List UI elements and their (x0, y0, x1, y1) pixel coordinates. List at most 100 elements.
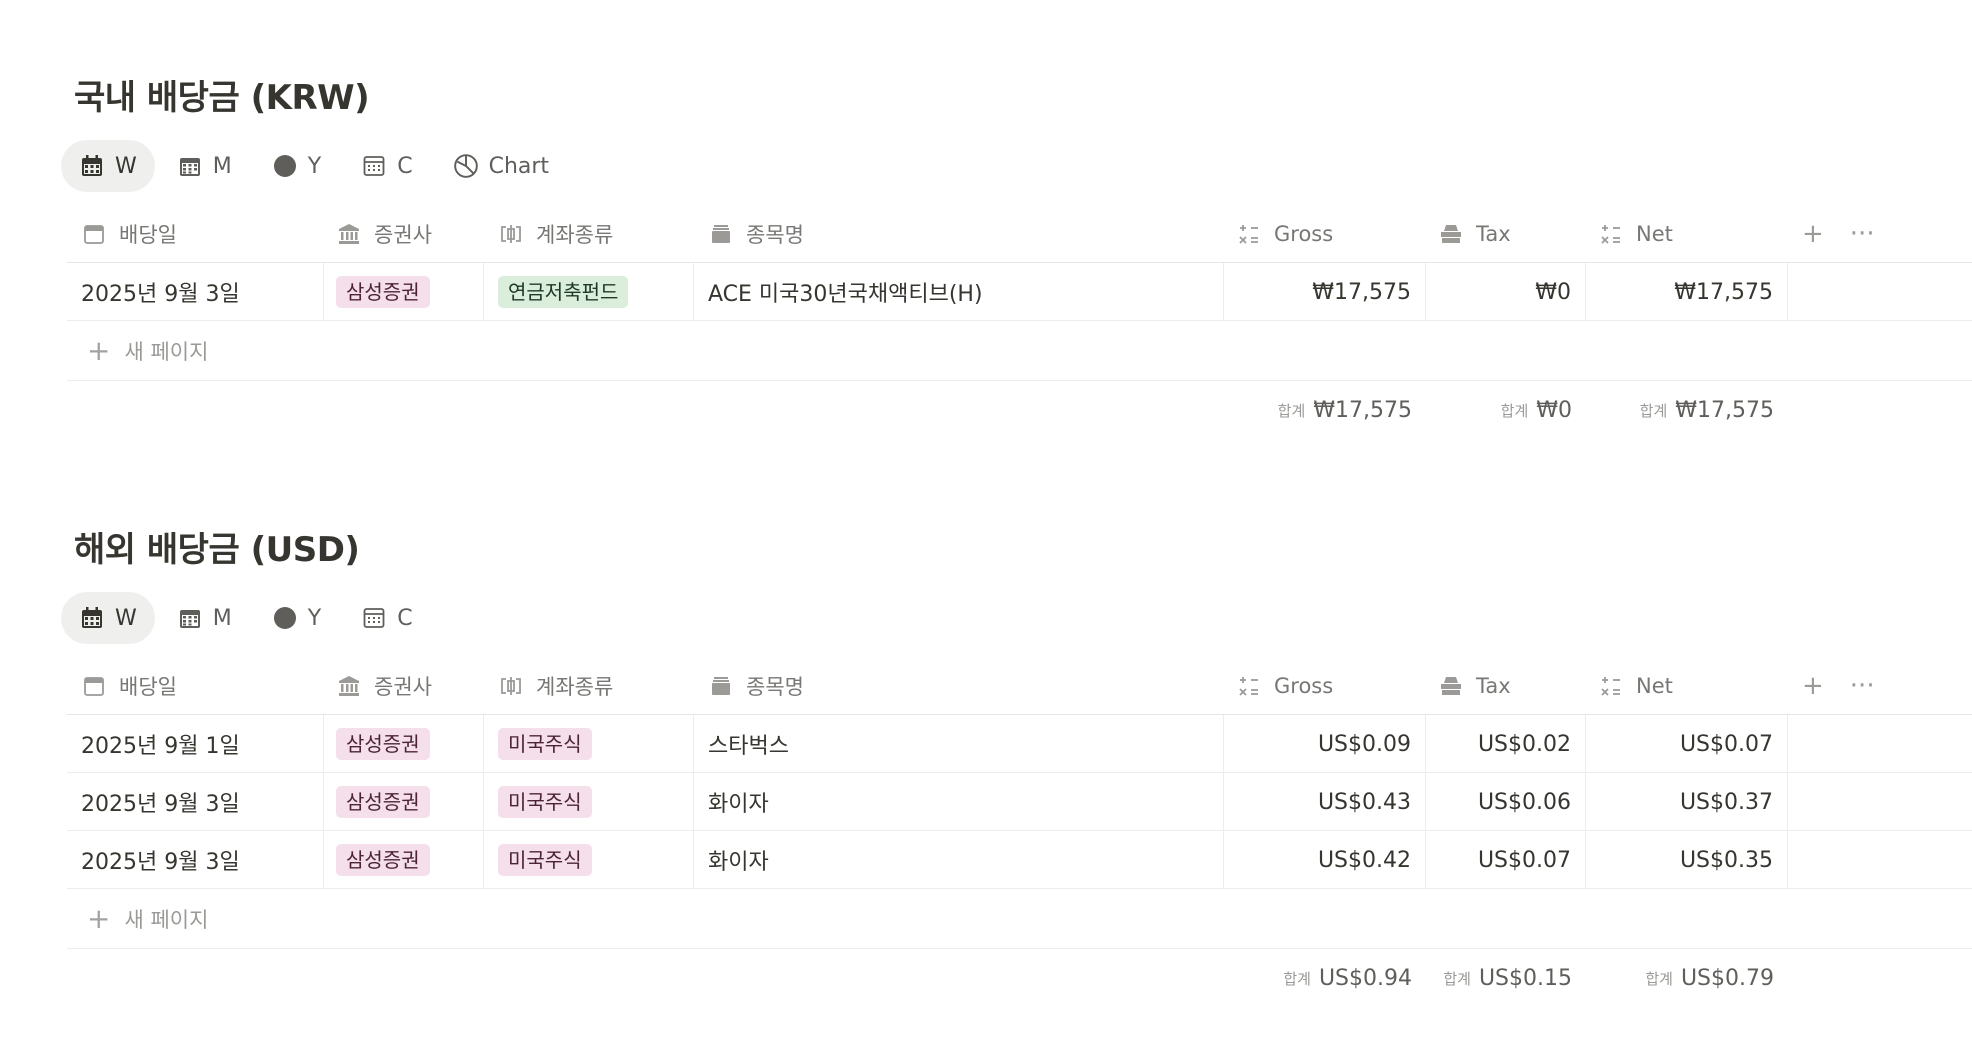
view-tab-m[interactable]: M (159, 592, 250, 644)
column-header-gross[interactable]: Gross (1224, 657, 1426, 715)
sum-value: US$0.79 (1680, 965, 1774, 991)
column-label: 배당일 (119, 675, 177, 699)
column-header-date[interactable]: 배당일 (67, 657, 324, 715)
sum-gross[interactable]: 합계 ₩17,575 (1224, 381, 1426, 439)
more-options-icon[interactable]: ··· (1850, 219, 1875, 249)
view-tab-c[interactable]: C (343, 140, 430, 192)
column-header-broker[interactable]: 증권사 (324, 657, 484, 715)
cell-gross[interactable]: US$0.43 (1224, 773, 1426, 831)
calendar-icon (81, 221, 107, 247)
add-column-icon[interactable]: + (1802, 671, 1824, 701)
sum-value: ₩17,575 (1313, 397, 1412, 423)
view-tab-chart[interactable]: Chart (435, 140, 567, 192)
column-header-gross[interactable]: Gross (1224, 205, 1426, 263)
column-header-date[interactable]: 배당일 (67, 205, 324, 263)
view-tab-y[interactable]: Y (254, 592, 339, 644)
column-header-account[interactable]: 계좌종류 (484, 657, 694, 715)
more-options-icon[interactable]: ··· (1850, 671, 1875, 701)
cell-account[interactable]: 미국주식 (484, 773, 694, 831)
cell-broker[interactable]: 삼성증권 (324, 773, 484, 831)
column-header-name[interactable]: 종목명 (694, 205, 1224, 263)
sum-net[interactable]: 합계 US$0.79 (1586, 949, 1788, 1007)
sum-label: 합계 (1277, 401, 1306, 420)
view-tab-y[interactable]: Y (254, 140, 339, 192)
sums-row: 합계 ₩17,575 합계 ₩0 합계 ₩17,575 (67, 381, 1972, 439)
cell-net[interactable]: US$0.07 (1586, 715, 1788, 773)
column-header-tax[interactable]: Tax (1426, 657, 1586, 715)
column-label: Gross (1274, 674, 1334, 698)
account-tag: 미국주식 (498, 786, 592, 818)
sum-tax[interactable]: 합계 US$0.15 (1426, 949, 1586, 1007)
cell-tax[interactable]: US$0.02 (1426, 715, 1586, 773)
table-row[interactable]: 2025년 9월 1일 삼성증권 미국주식 스타벅스 US$0.09 US$0.… (67, 715, 1972, 773)
cell-tax[interactable]: US$0.06 (1426, 773, 1586, 831)
select-icon (498, 673, 524, 699)
cell-gross[interactable]: US$0.09 (1224, 715, 1426, 773)
section-title: 해외 배당금 (USD) (74, 530, 360, 570)
column-label: 배당일 (119, 223, 177, 247)
cell-name[interactable]: 화이자 (694, 773, 1224, 831)
column-header-net[interactable]: Net (1586, 657, 1788, 715)
cell-broker[interactable]: 삼성증권 (324, 831, 484, 889)
formula-icon (1598, 673, 1624, 699)
cell-net[interactable]: US$0.35 (1586, 831, 1788, 889)
column-label: 계좌종류 (536, 675, 614, 699)
column-header-name[interactable]: 종목명 (694, 657, 1224, 715)
cell-net[interactable]: ₩17,575 (1586, 263, 1788, 321)
calculator-icon (361, 153, 387, 179)
view-tab-label: M (212, 605, 232, 631)
sum-tax[interactable]: 합계 ₩0 (1426, 381, 1586, 439)
plus-icon: + (87, 901, 111, 935)
cell-tax[interactable]: US$0.07 (1426, 831, 1586, 889)
cell-date[interactable]: 2025년 9월 3일 (67, 263, 324, 321)
view-tab-label: W (115, 605, 137, 631)
cell-name[interactable]: ACE 미국30년국채액티브(H) (694, 263, 1224, 321)
view-tab-label: Y (307, 153, 322, 179)
cell-tax[interactable]: ₩0 (1426, 263, 1586, 321)
view-tabs: W M Y C Chart (61, 140, 571, 192)
cell-account[interactable]: 미국주식 (484, 831, 694, 889)
table-row[interactable]: 2025년 9월 3일 삼성증권 미국주식 화이자 US$0.43 US$0.0… (67, 773, 1972, 831)
account-tag: 연금저축펀드 (498, 276, 629, 308)
table-row[interactable]: 2025년 9월 3일 삼성증권 연금저축펀드 ACE 미국30년국채액티브(H… (67, 263, 1972, 321)
calculator-icon (361, 605, 387, 631)
cell-date[interactable]: 2025년 9월 3일 (67, 773, 324, 831)
new-page-button[interactable]: + 새 페이지 (67, 889, 1972, 949)
cell-broker[interactable]: 삼성증권 (324, 715, 484, 773)
view-tab-w[interactable]: W (61, 592, 155, 644)
column-header-tax[interactable]: Tax (1426, 205, 1586, 263)
sum-gross[interactable]: 합계 US$0.94 (1224, 949, 1426, 1007)
cell-account[interactable]: 미국주식 (484, 715, 694, 773)
view-tab-w[interactable]: W (61, 140, 155, 192)
cell-gross[interactable]: ₩17,575 (1224, 263, 1426, 321)
column-label: Tax (1476, 222, 1511, 246)
column-header-account[interactable]: 계좌종류 (484, 205, 694, 263)
table-row[interactable]: 2025년 9월 3일 삼성증권 미국주식 화이자 US$0.42 US$0.0… (67, 831, 1972, 889)
account-tag: 미국주식 (498, 844, 592, 876)
header-actions: + ··· (1802, 657, 1901, 715)
column-header-broker[interactable]: 증권사 (324, 205, 484, 263)
column-label: Net (1636, 674, 1673, 698)
cell-empty (1788, 263, 1972, 321)
cell-name[interactable]: 화이자 (694, 831, 1224, 889)
cell-net[interactable]: US$0.37 (1586, 773, 1788, 831)
sum-value: ₩0 (1536, 397, 1572, 423)
cell-gross[interactable]: US$0.42 (1224, 831, 1426, 889)
column-label: 종목명 (746, 675, 804, 699)
account-tag: 미국주식 (498, 728, 592, 760)
view-tab-m[interactable]: M (159, 140, 250, 192)
table-header: 배당일 증권사 계좌종류 종목명 Gross Tax Net + ··· (67, 657, 1972, 715)
cell-broker[interactable]: 삼성증권 (324, 263, 484, 321)
new-page-button[interactable]: + 새 페이지 (67, 321, 1972, 381)
cell-date[interactable]: 2025년 9월 1일 (67, 715, 324, 773)
cell-date[interactable]: 2025년 9월 3일 (67, 831, 324, 889)
formula-icon (1598, 221, 1624, 247)
cell-account[interactable]: 연금저축펀드 (484, 263, 694, 321)
column-header-net[interactable]: Net (1586, 205, 1788, 263)
cell-name[interactable]: 스타벅스 (694, 715, 1224, 773)
sum-net[interactable]: 합계 ₩17,575 (1586, 381, 1788, 439)
new-page-label: 새 페이지 (124, 907, 209, 932)
view-tab-label: M (212, 153, 232, 179)
view-tab-c[interactable]: C (343, 592, 430, 644)
add-column-icon[interactable]: + (1802, 219, 1824, 249)
